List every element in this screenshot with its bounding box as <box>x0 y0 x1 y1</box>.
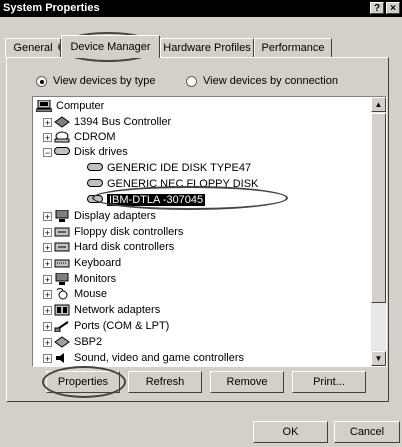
controller-icon <box>54 241 70 253</box>
tree-item[interactable]: Ports (COM & LPT) <box>54 319 169 333</box>
tree-item-label: Ports (COM & LPT) <box>74 320 170 332</box>
tree-item-label: Keyboard <box>74 257 122 269</box>
expand-icon[interactable]: + <box>43 322 52 332</box>
tree-item[interactable]: 1394 Bus Controller <box>54 115 171 129</box>
tab-hardware-profiles[interactable]: Hardware Profiles <box>160 38 254 57</box>
monitor-icon <box>54 209 70 222</box>
mouse-icon <box>54 288 70 300</box>
refresh-button[interactable]: Refresh <box>128 371 202 393</box>
tab-general[interactable]: General <box>5 38 61 57</box>
tree-item-label: Hard disk controllers <box>74 241 175 253</box>
expand-icon[interactable]: + <box>43 133 52 143</box>
tree-item[interactable]: Keyboard <box>54 256 121 270</box>
tree-item-label: Network adapters <box>74 304 161 316</box>
help-button[interactable]: ? <box>370 2 384 14</box>
tree-scrollbar[interactable]: ▲ ▼ <box>371 97 386 366</box>
tree-child-disk-selected[interactable]: IBM-DTLA -307045 <box>87 193 206 207</box>
tree-item[interactable]: Hard disk controllers <box>54 240 174 254</box>
tab-performance[interactable]: Performance <box>254 38 332 57</box>
expand-icon[interactable]: + <box>43 338 52 348</box>
radio-empty-icon <box>186 75 197 87</box>
close-button[interactable]: × <box>386 2 400 14</box>
tree-item[interactable]: Network adapters <box>54 303 160 317</box>
port-icon <box>54 320 70 333</box>
tree-child-label: IBM-DTLA -307045 <box>107 194 206 206</box>
disk-drive-icon <box>87 162 103 174</box>
print-button[interactable]: Print... <box>292 371 366 393</box>
radio-view-by-type[interactable]: View devices by type <box>36 74 156 88</box>
keyboard-icon <box>54 257 70 269</box>
tree-child-label: GENERIC IDE DISK TYPE47 <box>107 162 252 174</box>
bus-icon <box>54 116 70 128</box>
disk-drive-icon <box>87 194 103 206</box>
expand-icon[interactable]: + <box>43 275 52 285</box>
title-bar: System Properties ? × <box>0 0 402 17</box>
tree-child-disk[interactable]: GENERIC IDE DISK TYPE47 <box>87 161 251 175</box>
window-title: System Properties <box>3 2 100 14</box>
scroll-down-arrow-icon[interactable]: ▼ <box>371 351 386 366</box>
sbp2-icon <box>54 336 70 348</box>
radio-dot-icon <box>36 75 47 87</box>
cdrom-icon <box>54 131 70 143</box>
device-tree[interactable]: Computer + 1394 Bus Controller + CDROM −… <box>32 96 387 367</box>
remove-button[interactable]: Remove <box>210 371 284 393</box>
tree-item-label: Display adapters <box>74 210 156 222</box>
tree-item-label: 1394 Bus Controller <box>74 116 172 128</box>
tree-item-label: Disk drives <box>74 146 128 158</box>
expand-icon[interactable]: + <box>43 259 52 269</box>
scroll-thumb[interactable] <box>371 113 386 303</box>
expand-icon[interactable]: + <box>43 306 52 316</box>
tree-child-label: GENERIC NEC FLOPPY DISK <box>107 178 259 190</box>
tree-item[interactable]: Floppy disk controllers <box>54 225 183 239</box>
expand-icon[interactable]: + <box>43 118 52 128</box>
expand-icon[interactable]: + <box>43 228 52 238</box>
radio-view-by-connection[interactable]: View devices by connection <box>186 74 338 88</box>
tree-item-label: Sound, video and game controllers <box>74 352 244 364</box>
tree-item-label: Floppy disk controllers <box>74 226 184 238</box>
computer-icon <box>35 99 53 113</box>
ok-button[interactable]: OK <box>253 421 328 443</box>
scroll-up-arrow-icon[interactable]: ▲ <box>371 97 386 112</box>
tree-item-label: Mouse <box>74 288 108 300</box>
tree-item-label: Monitors <box>74 273 117 285</box>
properties-button[interactable]: Properties <box>46 371 120 393</box>
radio-by-connection-label: View devices by connection <box>203 75 338 87</box>
tree-item[interactable]: CDROM <box>54 130 116 144</box>
controller-icon <box>54 226 70 238</box>
cancel-button[interactable]: Cancel <box>334 421 400 443</box>
disk-drive-icon <box>54 146 70 158</box>
tree-item-label: SBP2 <box>74 336 103 348</box>
tree-item[interactable]: SBP2 <box>54 335 102 349</box>
expand-icon[interactable]: + <box>43 290 52 300</box>
disk-drive-icon <box>87 178 103 190</box>
expand-icon[interactable]: + <box>43 243 52 253</box>
network-icon <box>54 304 70 316</box>
monitor-icon <box>54 272 70 285</box>
tab-device-manager[interactable]: Device Manager <box>61 35 160 58</box>
tree-root-computer[interactable]: Computer <box>35 99 105 113</box>
tree-item[interactable]: Sound, video and game controllers <box>54 351 244 365</box>
radio-by-type-label: View devices by type <box>53 75 156 87</box>
tree-item-label: CDROM <box>74 131 116 143</box>
tree-item[interactable]: Display adapters <box>54 209 156 223</box>
collapse-icon[interactable]: − <box>43 148 52 158</box>
tree-item[interactable]: Monitors <box>54 272 116 286</box>
expand-icon[interactable]: + <box>43 212 52 222</box>
tree-item-disk-drives[interactable]: Disk drives <box>54 145 128 159</box>
tree-root-label: Computer <box>56 100 105 112</box>
sound-icon <box>54 352 70 364</box>
tree-child-disk[interactable]: GENERIC NEC FLOPPY DISK <box>87 177 258 191</box>
expand-icon[interactable]: + <box>43 354 52 364</box>
tree-item[interactable]: Mouse <box>54 287 107 301</box>
